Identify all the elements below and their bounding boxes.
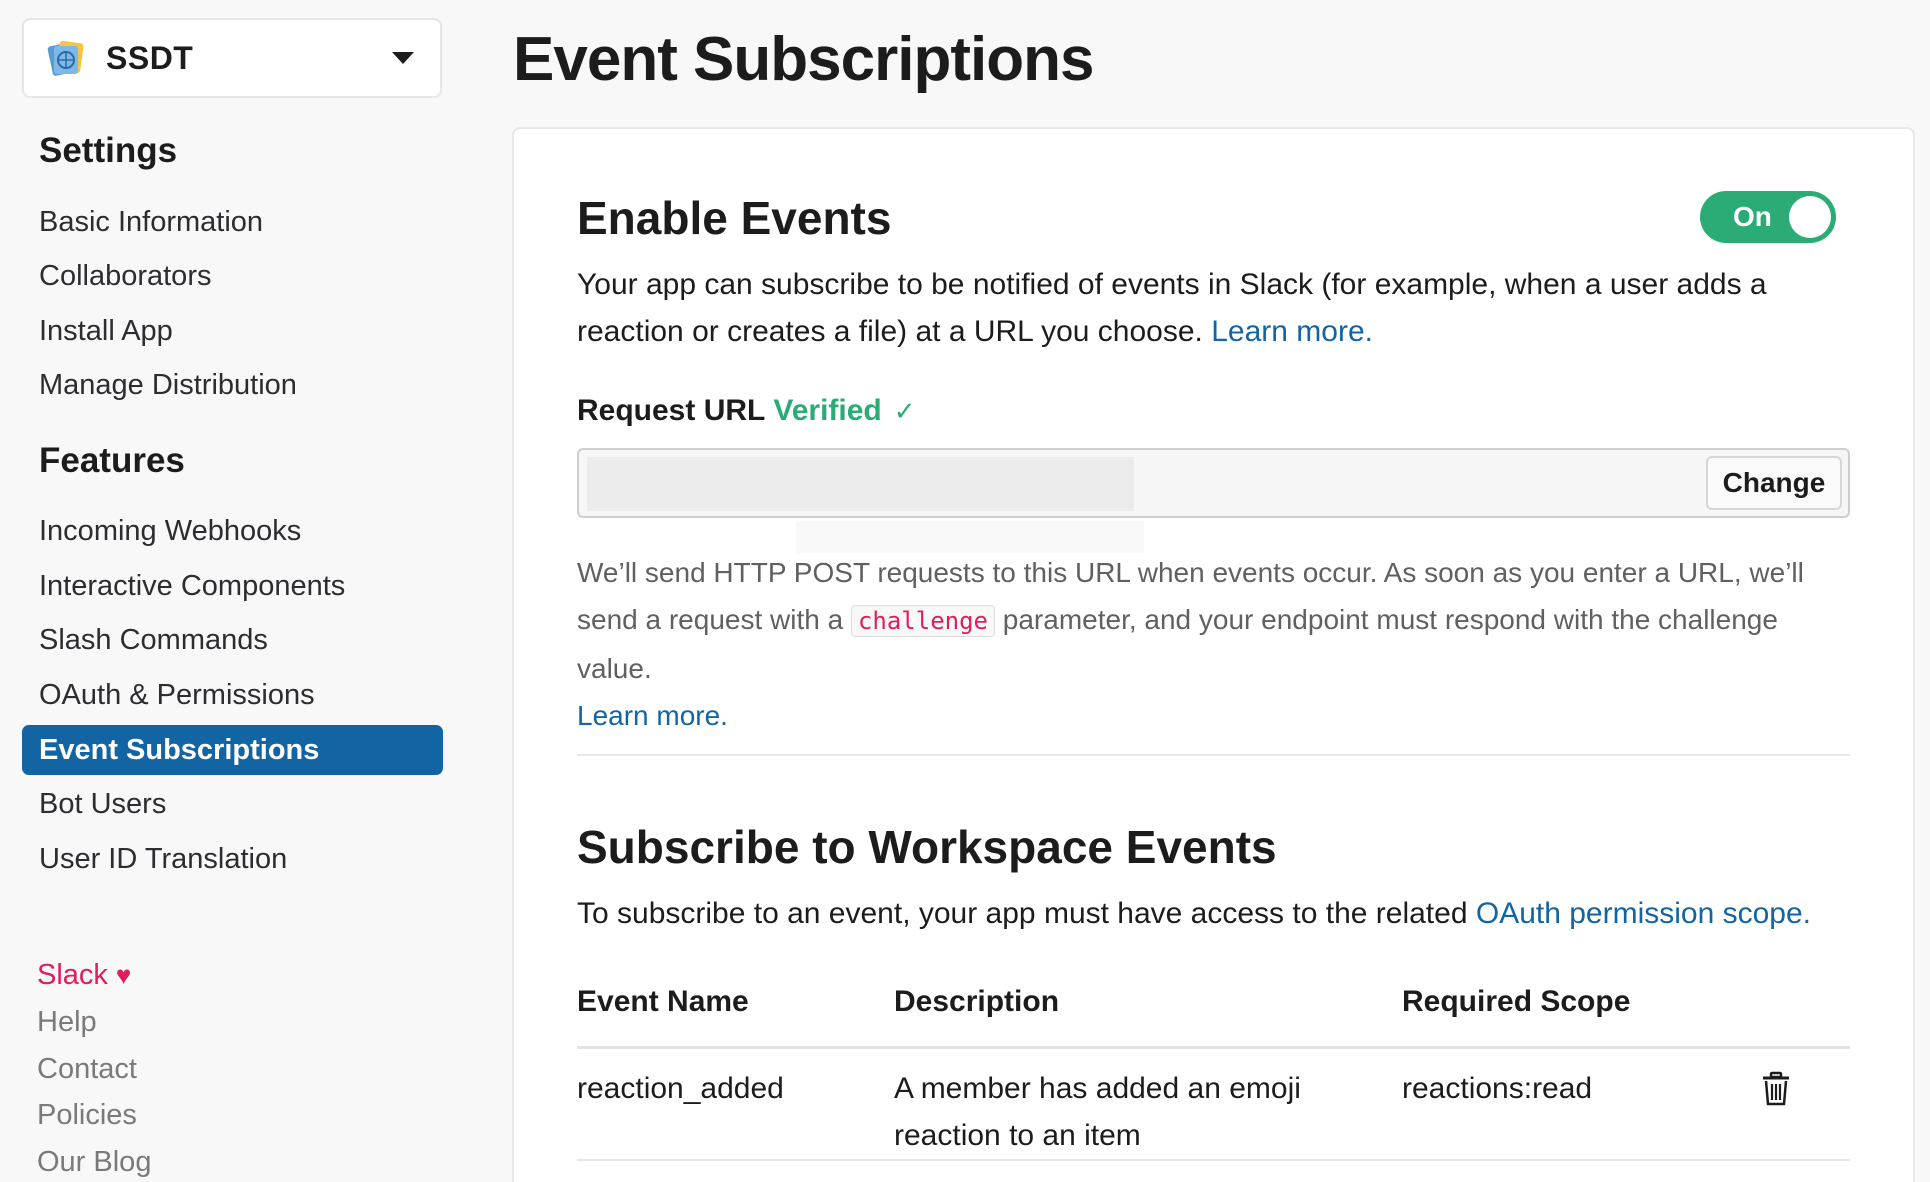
sidebar-item-incoming-webhooks[interactable]: Incoming Webhooks (22, 506, 443, 556)
workspace-events-title: Subscribe to Workspace Events (577, 821, 1277, 873)
enable-events-text: Your app can subscribe to be notified of… (577, 268, 1767, 348)
features-heading: Features (39, 441, 185, 480)
enable-events-description: Your app can subscribe to be notified of… (577, 261, 1847, 355)
footer-policies-link[interactable]: Policies (37, 1099, 137, 1132)
sidebar-item-bot-users[interactable]: Bot Users (22, 779, 443, 829)
heart-icon: ♥ (115, 960, 132, 990)
challenge-code: challenge (850, 605, 995, 637)
sidebar-item-event-subscriptions[interactable]: Event Subscriptions (22, 725, 443, 775)
request-url-input[interactable] (579, 450, 1699, 516)
column-header-event-name: Event Name (577, 985, 749, 1018)
app-logo-icon (47, 40, 84, 76)
footer-slack-link[interactable]: Slack ♥ (37, 959, 131, 992)
workspace-events-text: To subscribe to an event, your app must … (577, 897, 1468, 930)
sidebar-item-basic-information[interactable]: Basic Information (22, 197, 443, 247)
column-header-description: Description (894, 985, 1060, 1018)
sidebar-item-collaborators[interactable]: Collaborators (22, 251, 443, 301)
footer-help-link[interactable]: Help (37, 1006, 97, 1039)
settings-heading: Settings (39, 131, 178, 170)
chevron-down-icon (392, 52, 414, 64)
workspace-events-description: To subscribe to an event, your app must … (577, 890, 1847, 937)
sidebar-item-oauth-permissions[interactable]: OAuth & Permissions (22, 670, 443, 720)
event-description: A member has added an emoji reaction to … (894, 1072, 1301, 1152)
toggle-knob (1789, 196, 1831, 238)
request-url-field: Change (577, 448, 1850, 518)
sidebar-item-user-id-translation[interactable]: User ID Translation (22, 834, 443, 884)
app-selector[interactable]: SSDT (22, 18, 442, 98)
request-url-label: Request URL Verified ✓ (577, 394, 916, 428)
sidebar-item-interactive-components[interactable]: Interactive Components (22, 561, 443, 611)
section-divider (577, 754, 1850, 756)
request-url-label-text: Request URL (577, 394, 766, 427)
sidebar-item-manage-distribution[interactable]: Manage Distribution (22, 360, 443, 410)
sidebar-item-install-app[interactable]: Install App (22, 306, 443, 356)
enable-events-toggle[interactable]: On (1700, 191, 1836, 243)
verified-status: Verified (773, 394, 882, 427)
app-name: SSDT (106, 39, 194, 76)
toggle-label: On (1733, 201, 1772, 232)
enable-events-title: Enable Events (577, 192, 892, 244)
event-name-link[interactable]: reaction_added (577, 1065, 784, 1112)
page-title: Event Subscriptions (513, 25, 1094, 94)
event-scope: reactions:read (1402, 1072, 1593, 1105)
column-header-required-scope: Required Scope (1402, 985, 1631, 1018)
request-url-help: We’ll send HTTP POST requests to this UR… (577, 549, 1857, 739)
oauth-scope-link[interactable]: OAuth permission scope. (1476, 897, 1811, 930)
app-page: SSDT Settings Basic Information Collabor… (0, 0, 1930, 1182)
check-icon: ✓ (893, 396, 916, 426)
table-row-rule (577, 1159, 1850, 1161)
footer-brand: Slack (37, 959, 108, 991)
footer-contact-link[interactable]: Contact (37, 1053, 137, 1086)
help-learn-more-link[interactable]: Learn more. (577, 700, 728, 731)
change-url-button[interactable]: Change (1706, 456, 1842, 510)
footer-blog-link[interactable]: Our Blog (37, 1146, 151, 1179)
learn-more-link[interactable]: Learn more. (1211, 315, 1373, 348)
sidebar-item-slash-commands[interactable]: Slash Commands (22, 615, 443, 665)
table-header-rule (577, 1046, 1850, 1049)
trash-icon[interactable] (1761, 1071, 1791, 1107)
